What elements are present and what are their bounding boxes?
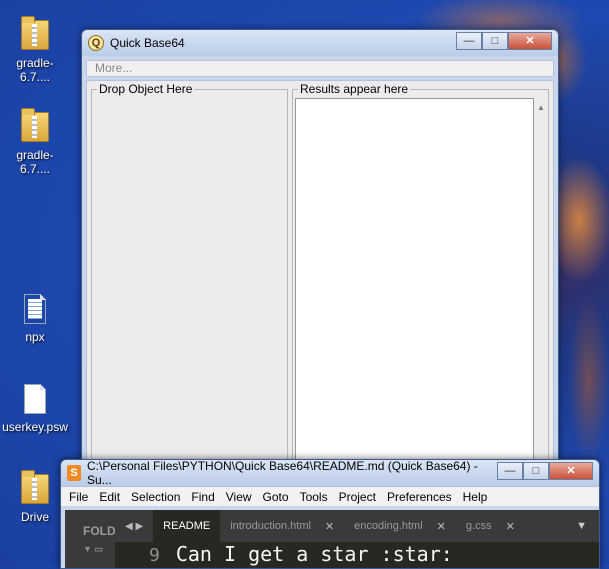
sublime-body: FOLD ▼ ▭ ◀ ▶ README introduction.html ✕ … [65, 510, 599, 568]
close-tab-icon[interactable]: ✕ [325, 520, 334, 533]
sublime-window: S C:\Personal Files\PYTHON\Quick Base64\… [60, 459, 600, 569]
sublime-close-button[interactable]: ✕ [549, 462, 593, 480]
sidebar: FOLD ▼ ▭ [65, 510, 116, 568]
tab-label: introduction.html [230, 520, 311, 532]
tab-label: README [163, 520, 211, 532]
close-tab-icon[interactable]: ✕ [437, 520, 446, 533]
menu-project[interactable]: Project [339, 490, 376, 504]
menu-selection[interactable]: Selection [131, 490, 180, 504]
folder-zip-icon [21, 16, 49, 50]
menu-goto[interactable]: Goto [263, 490, 289, 504]
close-button[interactable]: ✕ [508, 32, 552, 50]
menu-help[interactable]: Help [463, 490, 488, 504]
sublime-app-icon: S [67, 465, 81, 481]
tab-nav-arrows-icon[interactable]: ◀ ▶ [115, 521, 153, 532]
line-number: 9 [149, 545, 160, 566]
sublime-title-bar[interactable]: S C:\Personal Files\PYTHON\Quick Base64\… [61, 459, 599, 487]
tab-bar: ◀ ▶ README introduction.html ✕ encoding.… [115, 510, 599, 542]
desktop-icon-label: npx [25, 330, 45, 344]
tab-label: encoding.html [354, 520, 423, 532]
results-label: Results appear here [298, 82, 411, 96]
menu-preferences[interactable]: Preferences [387, 490, 452, 504]
title-bar[interactable]: Q Quick Base64 — □ ✕ [82, 30, 558, 56]
menu-edit[interactable]: Edit [99, 490, 120, 504]
sublime-minimize-button[interactable]: — [497, 462, 523, 480]
desktop-icon-npx[interactable]: npx [2, 294, 68, 344]
desktop-icon-gradle-1[interactable]: gradle-6.7.... [2, 16, 68, 84]
sidebar-folders-label: FOLD [83, 524, 116, 538]
folder-expand-icon[interactable]: ▼ ▭ [83, 544, 115, 555]
app-icon: Q [88, 35, 104, 51]
tab-readme[interactable]: README [153, 510, 221, 542]
scroll-up-icon[interactable]: ▲ [534, 103, 548, 112]
tab-introduction[interactable]: introduction.html ✕ [220, 520, 344, 533]
code-line: Can I get a star :star: [175, 542, 453, 566]
desktop-icon-label: Drive [20, 510, 49, 524]
desktop-icon-drive[interactable]: Drive [2, 470, 68, 524]
desktop-icon-userkey[interactable]: userkey.psw [2, 384, 68, 434]
sublime-maximize-button[interactable]: □ [523, 462, 549, 480]
tab-dropdown-icon[interactable]: ▼ [576, 520, 587, 532]
tab-label: g.css [465, 520, 492, 532]
minimize-button[interactable]: — [456, 32, 482, 50]
sublime-menubar: File Edit Selection Find View Goto Tools… [61, 486, 599, 506]
tab-css[interactable]: g.css ✕ [456, 520, 525, 533]
menu-tools[interactable]: Tools [300, 490, 328, 504]
desktop-icon-label: gradle-6.7.... [16, 56, 54, 84]
menu-file[interactable]: File [69, 490, 88, 504]
more-menu[interactable]: More... [86, 60, 554, 77]
menu-find[interactable]: Find [191, 490, 214, 504]
tab-encoding[interactable]: encoding.html ✕ [344, 520, 456, 533]
drop-zone-label: Drop Object Here [97, 82, 195, 96]
text-file-icon [24, 294, 46, 324]
desktop-icon-gradle-2[interactable]: gradle-6.7.... [2, 108, 68, 176]
document-icon [24, 384, 46, 414]
menu-view[interactable]: View [226, 490, 252, 504]
window-title: Quick Base64 [110, 36, 185, 50]
folder-icon [21, 470, 49, 504]
sublime-window-title: C:\Personal Files\PYTHON\Quick Base64\RE… [87, 459, 478, 487]
desktop-icon-label: gradle-6.7.... [16, 148, 54, 176]
code-editor[interactable]: 9 Can I get a star :star: [115, 542, 599, 568]
close-tab-icon[interactable]: ✕ [506, 520, 515, 533]
folder-zip-icon [21, 108, 49, 142]
maximize-button[interactable]: □ [482, 32, 508, 50]
desktop-icon-label: userkey.psw [2, 420, 68, 434]
